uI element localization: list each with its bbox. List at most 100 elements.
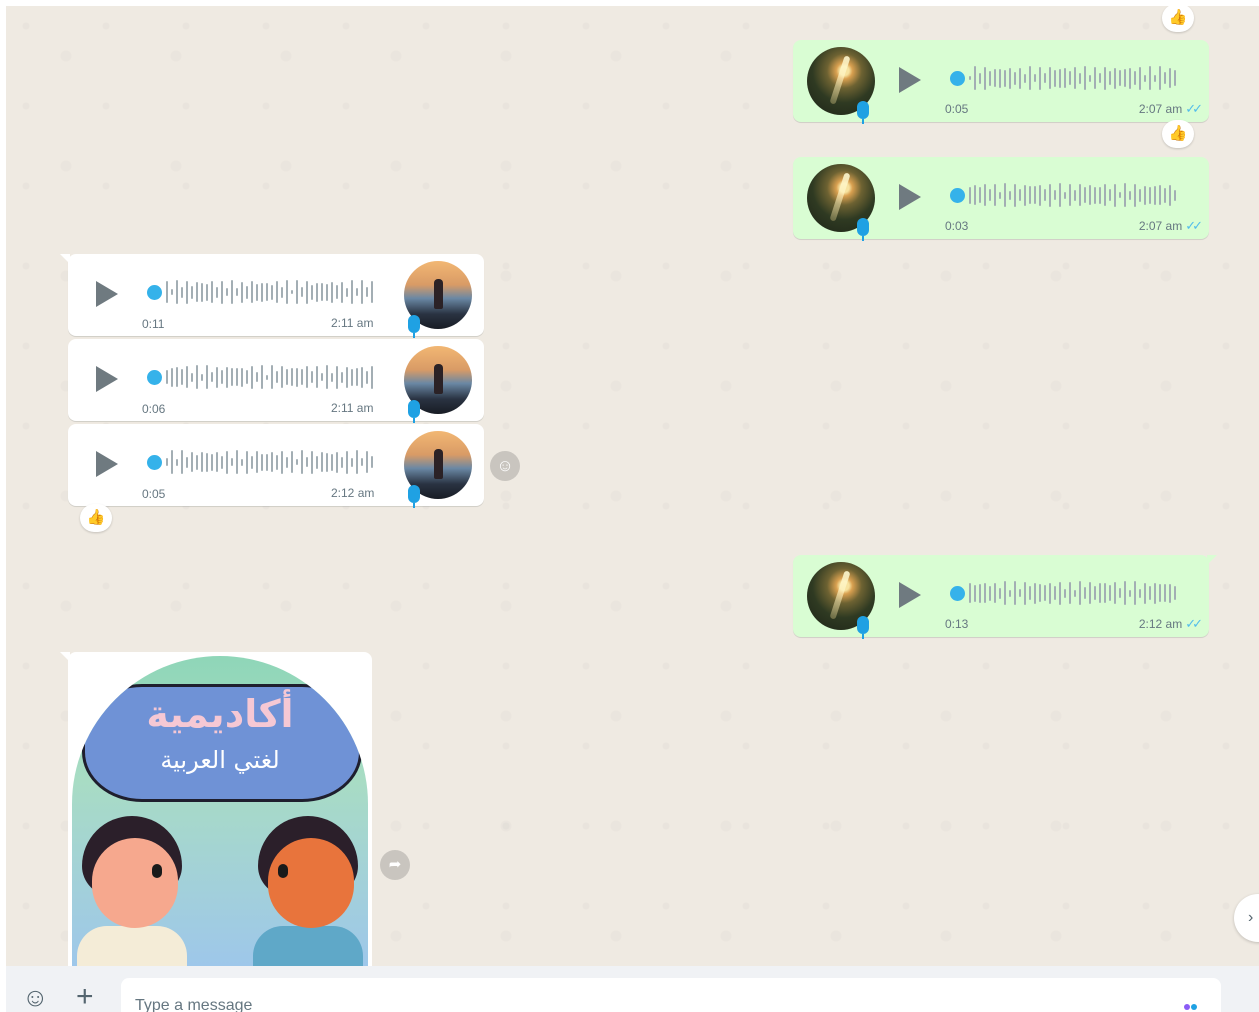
waveform-bar: [236, 368, 238, 386]
waveform-bar: [281, 286, 283, 298]
waveform-bar: [196, 282, 198, 302]
waveform-bar: [336, 285, 338, 299]
voice-waveform[interactable]: [969, 182, 1183, 208]
waveform-bar: [1079, 72, 1081, 84]
voice-waveform[interactable]: [166, 364, 380, 390]
waveform-bar: [1139, 188, 1141, 202]
waveform-bar: [1074, 67, 1076, 89]
chat-panel[interactable]: 👍 0:05 2:07 am ✓✓ 👍 0:03 2:07 am ✓✓ 0:11 2…: [6, 6, 1259, 966]
reaction-thumbs-up-icon[interactable]: 👍: [80, 504, 112, 532]
waveform-bar: [316, 366, 318, 388]
waveform-bar: [1019, 189, 1021, 201]
waveform-bar: [311, 371, 313, 383]
poster-image[interactable]: أكاديمية لغتي العربية: [72, 656, 368, 966]
waveform-bar: [969, 76, 971, 80]
react-smiley-icon[interactable]: ☺: [490, 451, 520, 481]
waveform-bar: [1139, 66, 1141, 90]
waveform-bar: [236, 450, 238, 474]
waveform-bar: [226, 366, 228, 388]
waveform-bar: [1019, 67, 1021, 89]
waveform-bar: [1014, 71, 1016, 85]
read-ticks-icon: ✓✓: [1185, 218, 1203, 233]
waveform-bar: [1124, 581, 1126, 605]
voice-message-incoming[interactable]: 0:06 2:11 am: [68, 339, 484, 423]
voice-waveform[interactable]: [969, 580, 1183, 606]
waveform-bar: [1079, 581, 1081, 605]
waveform-bar: [1174, 189, 1176, 201]
play-icon[interactable]: [96, 366, 118, 392]
waveform-bar: [191, 452, 193, 472]
waveform-bar: [296, 459, 298, 465]
waveform-bar: [246, 370, 248, 384]
waveform-bar: [1024, 73, 1026, 83]
mic-icon: [408, 315, 420, 338]
play-icon[interactable]: [96, 451, 118, 477]
timestamp-text: 2:07 am: [1138, 102, 1183, 116]
waveform-bar: [286, 280, 288, 304]
waveform-bar: [1054, 69, 1056, 87]
message-timestamp: 2:11 am: [331, 401, 374, 415]
waveform-bar: [256, 372, 258, 382]
playback-position-dot[interactable]: [147, 285, 162, 300]
playback-position-dot[interactable]: [950, 71, 965, 86]
waveform-bar: [994, 69, 996, 87]
forward-icon[interactable]: ➦: [380, 850, 410, 880]
waveform-bar: [216, 452, 218, 472]
reaction-emoji: 👍: [1168, 9, 1188, 26]
waveform-bar: [1169, 184, 1171, 206]
waveform-bar: [316, 455, 318, 469]
play-icon[interactable]: [899, 582, 921, 608]
waveform-bar: [1069, 582, 1071, 604]
waveform-bar: [346, 450, 348, 474]
waveform-bar: [351, 368, 353, 386]
waveform-bar: [1104, 66, 1106, 90]
play-icon[interactable]: [899, 184, 921, 210]
timestamp-text: 2:12 am: [1138, 617, 1183, 631]
waveform-bar: [1129, 67, 1131, 89]
waveform-bar: [271, 365, 273, 389]
image-message-incoming[interactable]: أكاديمية لغتي العربية: [60, 652, 372, 966]
waveform-bar: [1164, 187, 1166, 203]
voice-waveform[interactable]: [166, 279, 380, 305]
waveform-bar: [1159, 584, 1161, 602]
playback-position-dot[interactable]: [147, 370, 162, 385]
waveform-bar: [331, 453, 333, 471]
waveform-bar: [341, 456, 343, 468]
reaction-thumbs-up-icon[interactable]: 👍: [1162, 6, 1194, 32]
play-icon[interactable]: [96, 281, 118, 307]
reaction-thumbs-up-icon[interactable]: 👍: [1162, 120, 1194, 148]
playback-position-dot[interactable]: [950, 586, 965, 601]
voice-message-outgoing[interactable]: 0:05 2:07 am ✓✓: [793, 40, 1209, 124]
waveform-bar: [186, 366, 188, 388]
voice-message-outgoing[interactable]: 0:13 2:12 am ✓✓: [793, 555, 1217, 639]
smiley-icon[interactable]: ☺: [22, 984, 49, 1010]
meta-ai-icon[interactable]: [1184, 997, 1198, 1012]
read-ticks-icon: ✓✓: [1185, 616, 1203, 631]
waveform-bar: [321, 283, 323, 301]
play-icon[interactable]: [899, 67, 921, 93]
sender-avatar: [404, 261, 472, 338]
waveform-bar: [1114, 582, 1116, 604]
voice-message-incoming[interactable]: 0:11 2:11 am: [60, 254, 484, 338]
waveform-bar: [236, 288, 238, 296]
waveform-bar: [1124, 183, 1126, 207]
waveform-bar: [1024, 184, 1026, 206]
waveform-bar: [321, 452, 323, 472]
waveform-bar: [984, 66, 986, 90]
voice-waveform[interactable]: [166, 449, 380, 475]
waveform-bar: [999, 587, 1001, 599]
waveform-bar: [206, 283, 208, 301]
voice-message-incoming[interactable]: 0:05 2:12 am: [68, 424, 484, 508]
playback-position-dot[interactable]: [147, 455, 162, 470]
waveform-bar: [979, 72, 981, 84]
waveform-bar: [1134, 183, 1136, 207]
message-input[interactable]: [121, 978, 1221, 1012]
playback-position-dot[interactable]: [950, 188, 965, 203]
voice-waveform[interactable]: [969, 65, 1183, 91]
voice-message-outgoing[interactable]: 0:03 2:07 am ✓✓: [793, 157, 1209, 241]
waveform-bar: [979, 583, 981, 603]
waveform-bar: [256, 451, 258, 473]
waveform-bar: [984, 184, 986, 206]
plus-icon[interactable]: +: [76, 982, 94, 1012]
waveform-bar: [974, 584, 976, 602]
